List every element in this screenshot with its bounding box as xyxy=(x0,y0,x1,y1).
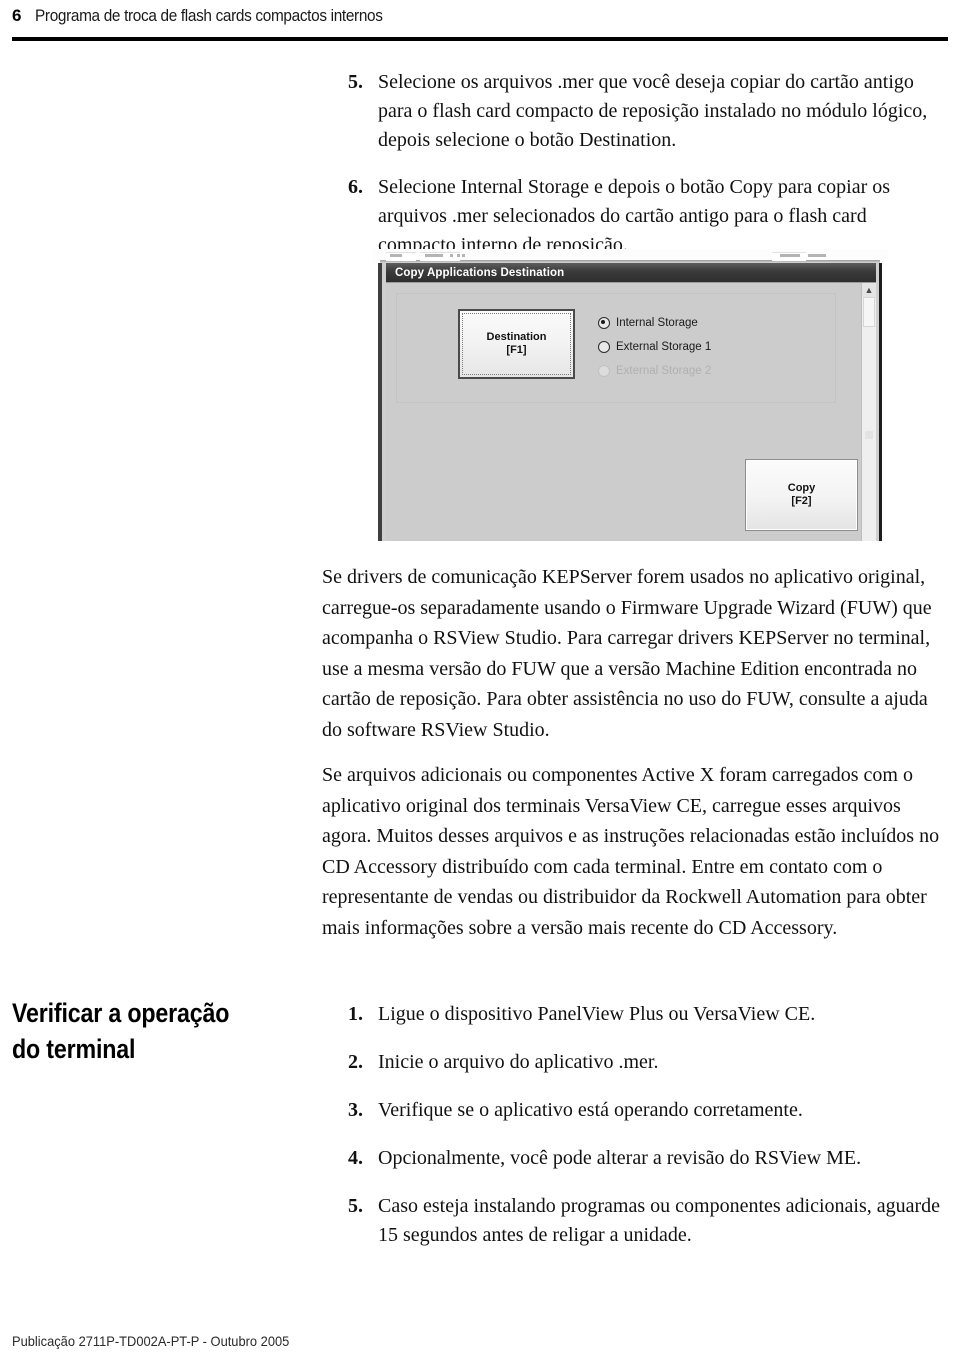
chrome-remnant-mark xyxy=(462,254,465,257)
list-item: 6. Selecione Internal Storage e depois o… xyxy=(348,173,948,260)
destination-button[interactable]: Destination [F1] xyxy=(458,309,575,379)
dialog-body: Destination [F1] Internal Storage Extern… xyxy=(386,282,876,541)
list-item-number: 4. xyxy=(348,1147,363,1169)
chrome-remnant-mark xyxy=(390,254,402,257)
verify-steps-list: 1. Ligue o dispositivo PanelView Plus ou… xyxy=(348,1000,948,1250)
chrome-remnant-mark xyxy=(450,254,453,257)
list-item: 4. Opcionalmente, você pode alterar a re… xyxy=(348,1144,948,1173)
list-item-text: Selecione os arquivos .mer que você dese… xyxy=(378,71,928,151)
list-item: 3. Verifique se o aplicativo está operan… xyxy=(348,1096,948,1125)
application-window-inner: Copy Applications Destination Destinatio… xyxy=(386,263,876,541)
list-item-number: 6. xyxy=(348,176,363,198)
page-header: 6 Programa de troca de flash cards compa… xyxy=(0,0,960,46)
list-item-text: Selecione Internal Storage e depois o bo… xyxy=(378,176,891,256)
paragraph-kepserver: Se drivers de comunicação KEPServer fore… xyxy=(322,566,932,741)
list-item: 5. Selecione os arquivos .mer que você d… xyxy=(348,68,948,155)
copy-button-label-line1: Copy xyxy=(787,482,816,494)
radio-label: External Storage 1 xyxy=(616,341,712,353)
list-item: 5. Caso esteja instalando programas ou c… xyxy=(348,1192,948,1250)
copy-button[interactable]: Copy [F2] xyxy=(745,459,858,531)
list-item-text: Inicie o arquivo do aplicativo .mer. xyxy=(378,1051,659,1073)
chrome-remnant-mark xyxy=(780,254,800,257)
chrome-remnant-mark xyxy=(808,254,826,257)
radio-unselected-icon xyxy=(598,341,610,353)
window-title-text: Copy Applications Destination xyxy=(395,266,565,279)
paragraph-activex: Se arquivos adicionais ou componentes Ac… xyxy=(322,764,940,939)
list-item-number: 2. xyxy=(348,1051,363,1073)
scrollbar-grip xyxy=(865,431,873,439)
list-item-text: Caso esteja instalando programas ou comp… xyxy=(378,1195,941,1246)
radio-label: Internal Storage xyxy=(616,317,698,329)
radio-label: External Storage 2 xyxy=(616,365,712,377)
list-item-number: 1. xyxy=(348,1003,363,1025)
list-item-text: Verifique se o aplicativo está operando … xyxy=(378,1099,803,1121)
radio-selected-icon xyxy=(598,317,610,329)
scrollbar-thumb[interactable] xyxy=(863,297,875,327)
application-window: Copy Applications Destination Destinatio… xyxy=(378,263,882,541)
list-item-number: 5. xyxy=(348,1195,363,1217)
radio-external-storage-1[interactable]: External Storage 1 xyxy=(598,335,798,359)
list-item-number: 3. xyxy=(348,1099,363,1121)
page-footer: Publicação 2711P-TD002A-PT-P - Outubro 2… xyxy=(12,1333,290,1349)
radio-disabled-icon xyxy=(598,365,610,377)
header-page-number: 6 xyxy=(12,6,22,25)
header-rule xyxy=(12,37,948,41)
copy-button-label-line2: [F2] xyxy=(791,495,812,507)
verify-heading-line2: do terminal xyxy=(12,1034,136,1064)
storage-radio-group: Internal Storage External Storage 1 Exte… xyxy=(598,311,798,383)
vertical-scrollbar[interactable]: ▲ xyxy=(861,283,876,541)
header-title: Programa de troca de flash cards compact… xyxy=(35,7,383,25)
list-item-text: Opcionalmente, você pode alterar a revis… xyxy=(378,1147,862,1169)
header-row: 6 Programa de troca de flash cards compa… xyxy=(12,6,409,26)
steps-top-list: 5. Selecione os arquivos .mer que você d… xyxy=(348,68,948,260)
radio-internal-storage[interactable]: Internal Storage xyxy=(598,311,798,335)
verify-heading-line1: Verificar a operação xyxy=(12,998,230,1028)
destination-button-label-line2: [F1] xyxy=(506,344,527,356)
list-item: 1. Ligue o dispositivo PanelView Plus ou… xyxy=(348,1000,948,1029)
destination-button-label-line1: Destination xyxy=(486,331,547,343)
application-screenshot-figure: Copy Applications Destination Destinatio… xyxy=(372,249,888,541)
list-item: 2. Inicie o arquivo do aplicativo .mer. xyxy=(348,1048,948,1077)
verify-section-heading: Verificar a operação do terminal xyxy=(12,995,270,1067)
list-item-number: 5. xyxy=(348,71,363,93)
chrome-remnant-mark xyxy=(457,254,460,257)
window-title-bar: Copy Applications Destination xyxy=(386,263,876,282)
list-item-text: Ligue o dispositivo PanelView Plus ou Ve… xyxy=(378,1003,816,1025)
radio-external-storage-2: External Storage 2 xyxy=(598,359,798,383)
chrome-remnant-mark xyxy=(425,254,443,257)
scroll-up-arrow-icon[interactable]: ▲ xyxy=(862,283,876,297)
